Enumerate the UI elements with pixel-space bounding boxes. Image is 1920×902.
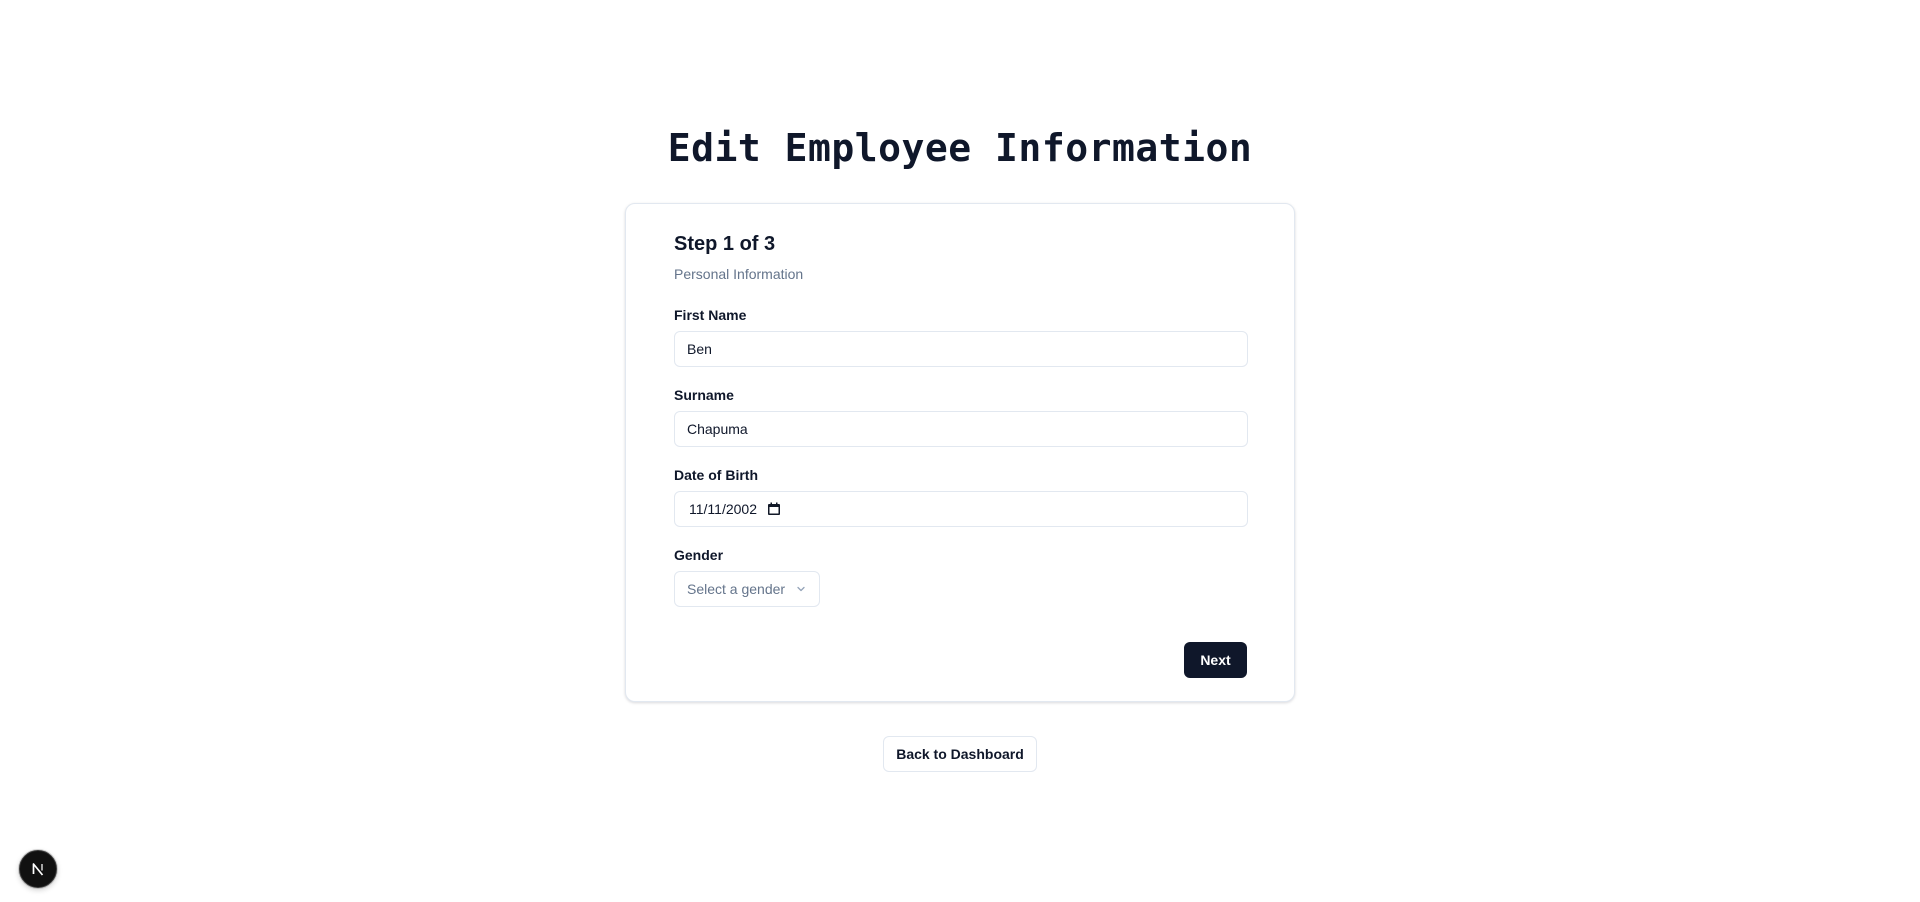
surname-field: Surname Chapuma: [674, 385, 1248, 447]
chevron-down-icon: [795, 583, 807, 595]
surname-label: Surname: [674, 387, 734, 403]
first-name-label: First Name: [674, 307, 747, 323]
gender-label: Gender: [674, 547, 724, 563]
calendar-icon[interactable]: [767, 502, 781, 516]
back-to-dashboard-button[interactable]: Back to Dashboard: [883, 736, 1037, 772]
dob-label: Date of Birth: [674, 467, 758, 483]
dob-input[interactable]: 11/11/2002: [674, 491, 1248, 527]
gender-placeholder: Select a gender: [687, 581, 786, 597]
dob-value: 11/11/2002: [689, 501, 757, 517]
first-name-input[interactable]: Ben: [674, 331, 1248, 367]
section-subtitle: Personal Information: [674, 266, 804, 282]
first-name-value: Ben: [687, 341, 712, 357]
page-title: Edit Employee Information: [667, 126, 1253, 170]
surname-input[interactable]: Chapuma: [674, 411, 1248, 447]
nextjs-logo-icon[interactable]: [19, 850, 57, 888]
step-indicator: Step 1 of 3: [674, 233, 776, 255]
dob-field: Date of Birth 11/11/2002: [674, 465, 1248, 527]
gender-select[interactable]: Select a gender: [674, 571, 820, 607]
next-button[interactable]: Next: [1184, 642, 1247, 678]
first-name-field: First Name Ben: [674, 305, 1248, 367]
employee-form-card: Step 1 of 3 Personal Information First N…: [625, 203, 1295, 702]
gender-field: Gender Select a gender: [674, 545, 1246, 607]
surname-value: Chapuma: [687, 421, 748, 437]
